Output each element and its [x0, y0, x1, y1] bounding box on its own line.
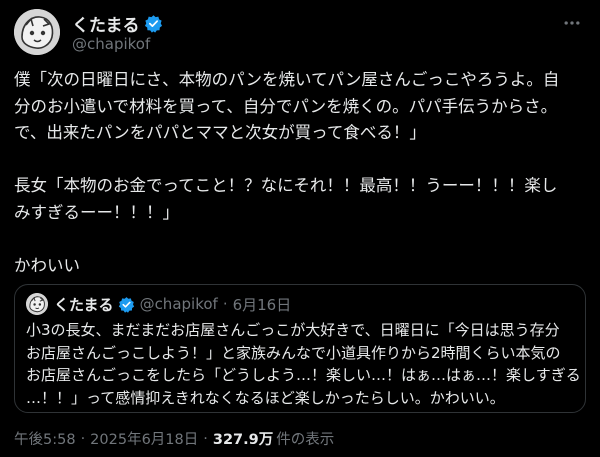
quote-display-name: くたまる	[54, 295, 114, 314]
quote-header: くたまる @chapikof · 6月16日	[54, 293, 291, 315]
tweet-header: くたまる @chapikof	[14, 9, 586, 61]
name-row: くたまる	[72, 11, 163, 36]
post-time[interactable]: 午後5:58	[14, 428, 76, 449]
more-options-icon	[564, 21, 580, 25]
quote-line: お店屋さんごっこしよう！」と家族みんなで小道具作りから2時間くらい本気の	[26, 343, 561, 362]
quoted-tweet[interactable]: くたまる @chapikof · 6月16日 小3の長女、まだまだお店屋さんごっ…	[14, 284, 586, 413]
display-name[interactable]: くたまる	[72, 11, 140, 36]
footer-separator: ·	[203, 430, 208, 447]
tweet-line: で、出来たパンをパパとママと次女が買って食べる！」	[14, 123, 426, 142]
quote-line: …！！」って感情抑えきれなくなるほど楽しかったらしい。かわいい。	[26, 388, 505, 407]
more-options-button[interactable]	[560, 11, 584, 35]
quote-handle: @chapikof	[139, 295, 218, 313]
quote-line: お店屋さんごっこをしたら「どうしよう…！楽しい…！はぁ…はぁ…！楽しすぎる	[26, 366, 581, 384]
post-date[interactable]: 2025年6月18日	[90, 428, 198, 449]
quote-separator: ·	[222, 295, 228, 313]
view-count: 327.9万	[212, 432, 274, 448]
quote-body: 小3の長女、まだまだお店屋さんごっこが大好きで、日曜日に「今日は思う存分 お店屋…	[26, 319, 581, 409]
tweet-line: みすぎるーー！！！」	[14, 202, 179, 222]
verified-badge-icon	[118, 296, 135, 313]
tweet-line: 僕「次の日曜日にさ、本物のパンを焼いてパン屋さんごっこやろうよ。自	[14, 70, 560, 89]
tweet-line: 長女「本物のお金でってこと！？なにそれ！！最高！！うーー！！！楽し	[14, 176, 558, 195]
handle[interactable]: @chapikof	[72, 35, 150, 53]
quote-avatar	[26, 293, 48, 315]
footer-separator: ·	[80, 430, 86, 447]
tweet-line: かわいい	[14, 255, 80, 275]
quote-line: 小3の長女、まだまだお店屋さんごっこが大好きで、日曜日に「今日は思う存分	[26, 321, 560, 339]
tweet-body: 僕「次の日曜日にさ、本物のパンを焼いてパン屋さんごっこやろうよ。自 分のお小遣い…	[14, 67, 588, 279]
view-count-label: 件の表示	[276, 432, 335, 448]
tweet-line: 分のお小遣いで材料を買って、自分でパンを焼くの。パパ手伝うからさ。	[14, 96, 558, 116]
quote-date: 6月16日	[232, 295, 292, 314]
avatar[interactable]	[14, 9, 60, 55]
tweet-footer: 午後5:58 · 2025年6月18日 · 327.9万 件の表示	[14, 428, 334, 449]
verified-badge-icon	[144, 14, 163, 33]
